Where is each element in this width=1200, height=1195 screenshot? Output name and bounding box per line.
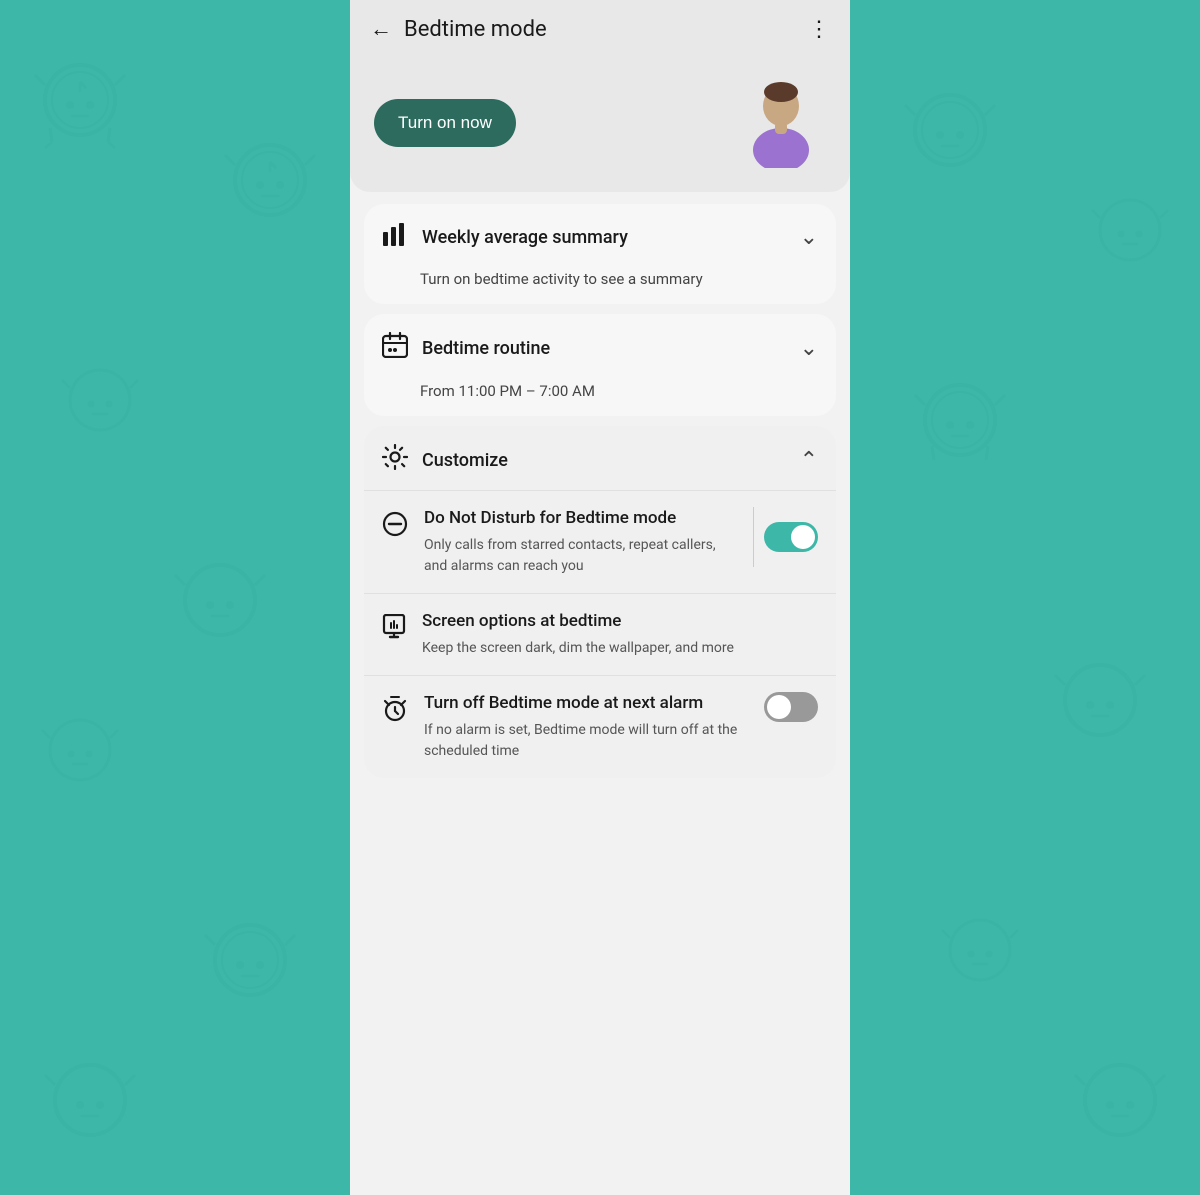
bedtime-routine-header[interactable]: Bedtime routine ⌄ xyxy=(364,314,836,378)
dnd-toggle-knob xyxy=(791,525,815,549)
weekly-summary-header[interactable]: Weekly average summary ⌄ xyxy=(364,204,836,266)
dnd-right xyxy=(753,507,818,567)
screen-icon xyxy=(382,614,406,646)
overflow-menu-button[interactable]: ⋮ xyxy=(808,17,830,42)
bar-chart-icon xyxy=(382,222,408,252)
bedtime-routine-subtitle: From 11:00 PM – 7:00 AM xyxy=(364,382,836,416)
avatar xyxy=(736,78,826,168)
screen-options-content: Screen options at bedtime Keep the scree… xyxy=(422,610,818,659)
alarm-title: Turn off Bedtime mode at next alarm xyxy=(424,692,748,714)
turn-on-now-button[interactable]: Turn on now xyxy=(374,99,516,147)
bedtime-routine-title-wrap: Bedtime routine xyxy=(422,338,790,359)
dnd-icon xyxy=(382,511,408,543)
customize-chevron[interactable]: ⌃ xyxy=(800,448,818,473)
weekly-summary-title: Weekly average summary xyxy=(422,227,790,248)
customize-header[interactable]: Customize ⌃ xyxy=(364,426,836,490)
bedtime-routine-title: Bedtime routine xyxy=(422,338,790,359)
gear-icon xyxy=(382,444,408,476)
weekly-summary-title-wrap: Weekly average summary xyxy=(422,227,790,248)
dnd-desc: Only calls from starred contacts, repeat… xyxy=(424,535,737,577)
alarm-icon xyxy=(382,696,408,728)
weekly-summary-card: Weekly average summary ⌄ Turn on bedtime… xyxy=(364,204,836,304)
dnd-divider xyxy=(753,507,754,567)
alarm-content: Turn off Bedtime mode at next alarm If n… xyxy=(424,692,748,762)
screen-options-desc: Keep the screen dark, dim the wallpaper,… xyxy=(422,638,818,659)
screen-options-setting-item[interactable]: Screen options at bedtime Keep the scree… xyxy=(364,593,836,675)
dnd-content: Do Not Disturb for Bedtime mode Only cal… xyxy=(424,507,737,577)
customize-title-wrap: Customize xyxy=(422,450,790,471)
calendar-icon xyxy=(382,332,408,364)
back-button[interactable]: ← xyxy=(370,16,392,42)
alarm-desc: If no alarm is set, Bedtime mode will tu… xyxy=(424,720,748,762)
customize-card: Customize ⌃ Do Not Disturb for Bedtime m… xyxy=(364,426,836,778)
weekly-summary-chevron[interactable]: ⌄ xyxy=(800,225,818,250)
alarm-right xyxy=(764,692,818,722)
dnd-toggle[interactable] xyxy=(764,522,818,552)
weekly-summary-subtitle: Turn on bedtime activity to see a summar… xyxy=(364,270,836,304)
dnd-setting-item: Do Not Disturb for Bedtime mode Only cal… xyxy=(364,490,836,593)
screen-options-title: Screen options at bedtime xyxy=(422,610,818,632)
bedtime-routine-card: Bedtime routine ⌄ From 11:00 PM – 7:00 A… xyxy=(364,314,836,416)
dnd-title: Do Not Disturb for Bedtime mode xyxy=(424,507,737,529)
alarm-toggle[interactable] xyxy=(764,692,818,722)
alarm-toggle-knob xyxy=(767,695,791,719)
hero-section: Turn on now xyxy=(350,58,850,192)
top-bar: ← Bedtime mode ⋮ xyxy=(350,0,850,58)
page-title: Bedtime mode xyxy=(404,17,796,42)
alarm-setting-item: Turn off Bedtime mode at next alarm If n… xyxy=(364,675,836,778)
customize-title: Customize xyxy=(422,450,790,471)
bedtime-routine-chevron[interactable]: ⌄ xyxy=(800,336,818,361)
phone-screen: ← Bedtime mode ⋮ Turn on now xyxy=(350,0,850,1195)
